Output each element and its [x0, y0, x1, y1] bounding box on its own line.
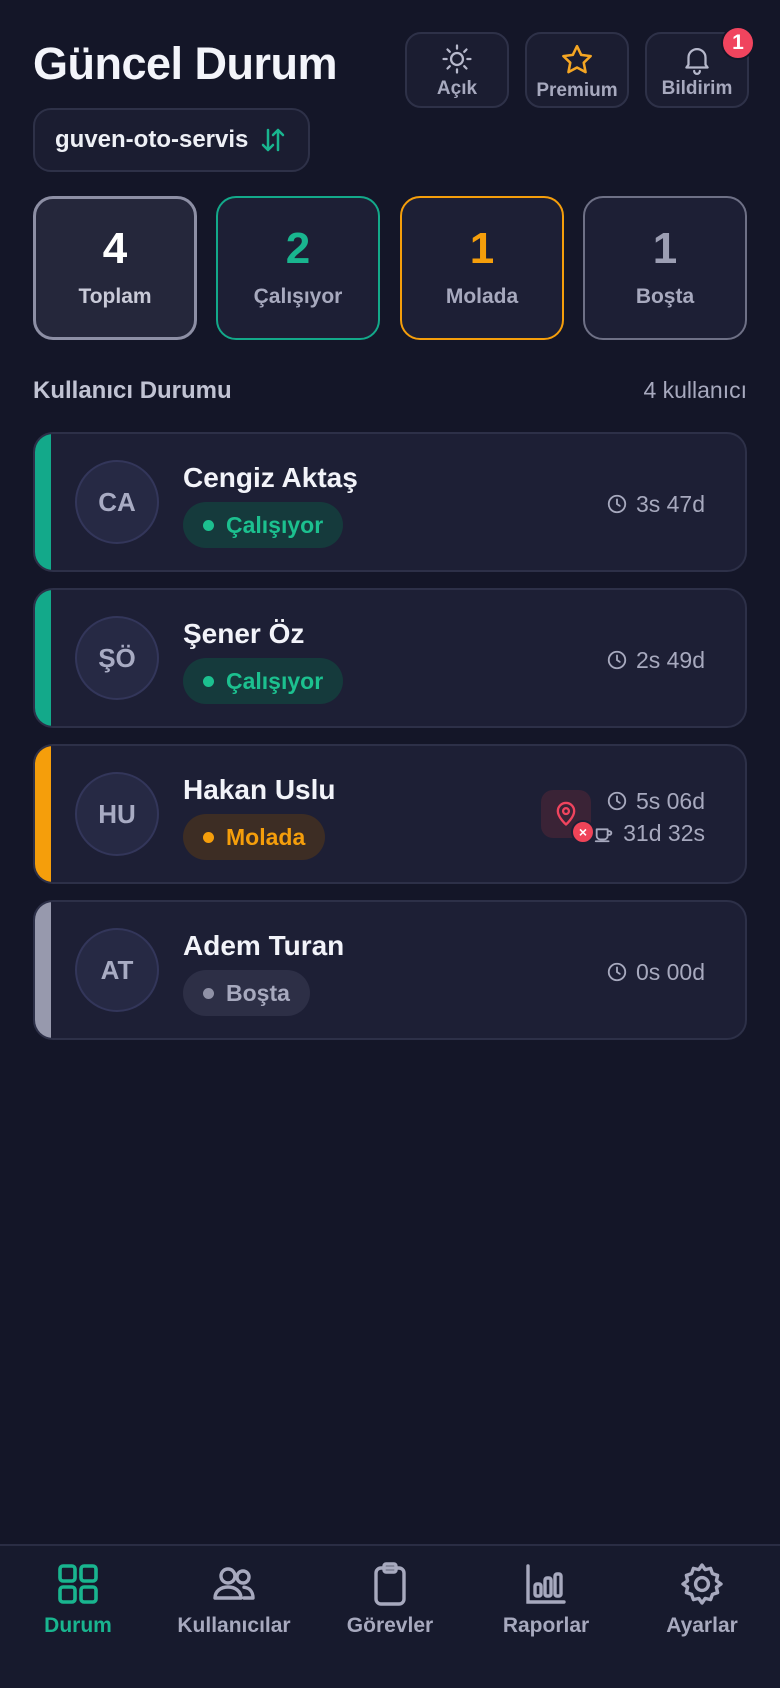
theme-button-label: Açık: [436, 78, 478, 99]
user-card[interactable]: ŞÖ Şener Öz Çalışıyor 2s 49d: [33, 588, 747, 728]
user-name: Hakan Uslu: [183, 774, 336, 805]
notification-badge: 1: [721, 26, 755, 60]
status-badge: Çalışıyor: [183, 658, 344, 704]
coffee-icon: [594, 828, 613, 843]
stat-break[interactable]: 1 Molada: [400, 196, 564, 340]
work-time-value: 3s 47d: [635, 490, 705, 517]
status-dot: [203, 519, 214, 531]
header: Güncel Durum Açık Premium Bildirim 1: [33, 26, 755, 110]
sun-icon: [442, 44, 472, 74]
avatar: ŞÖ: [75, 616, 159, 700]
status-accent-bar: [35, 590, 51, 726]
stat-working-value: 2: [285, 224, 311, 273]
stat-total-value: 4: [102, 224, 128, 273]
avatar: HU: [75, 772, 159, 856]
clock-icon: [607, 791, 627, 811]
status-dot: [203, 831, 214, 843]
clock-icon: [607, 494, 627, 514]
status-label: Çalışıyor: [226, 667, 324, 694]
user-card[interactable]: AT Adem Turan Boşta 0s 00d: [33, 900, 747, 1040]
organization-name: guven-oto-servis: [55, 126, 249, 153]
status-label: Boşta: [226, 979, 290, 1006]
status-dot: [203, 987, 214, 999]
notifications-button[interactable]: Bildirim 1: [645, 26, 755, 108]
break-time: 31d 32s: [593, 818, 705, 848]
tab-label: Görevler: [346, 1614, 434, 1637]
clock-icon: [607, 650, 627, 670]
stat-total-label: Toplam: [78, 285, 152, 308]
tab-label: Kullanıcılar: [177, 1614, 291, 1637]
premium-button[interactable]: Premium: [525, 32, 629, 108]
avatar: AT: [75, 928, 159, 1012]
organization-switcher[interactable]: guven-oto-servis: [33, 108, 311, 172]
stats-row: 4 Toplam 2 Çalışıyor 1 Molada 1 Boşta: [33, 196, 747, 340]
stat-break-value: 1: [469, 224, 495, 273]
work-time: 3s 47d: [606, 489, 705, 519]
user-name: Adem Turan: [183, 930, 345, 961]
stat-idle-label: Boşta: [635, 285, 695, 308]
work-time-value: 0s 00d: [635, 958, 705, 985]
stat-total[interactable]: 4 Toplam: [33, 196, 197, 340]
status-accent-bar: [35, 434, 51, 570]
premium-button-label: Premium: [536, 80, 618, 101]
notifications-button-label: Bildirim: [661, 78, 733, 99]
gear-icon: [681, 1563, 723, 1605]
user-count: 4 kullanıcı: [643, 377, 747, 403]
break-time-value: 31d 32s: [623, 819, 705, 846]
user-name: Şener Öz: [183, 618, 305, 649]
work-time: 2s 49d: [606, 645, 705, 675]
tab-durum[interactable]: Durum: [0, 1560, 156, 1670]
stat-working[interactable]: 2 Çalışıyor: [216, 196, 380, 340]
tab-label: Raporlar: [502, 1614, 590, 1637]
work-time-value: 5s 06d: [635, 787, 705, 814]
tab-ayarlar[interactable]: Ayarlar: [624, 1560, 780, 1670]
bottom-tab-bar: Durum Kullanıcılar Görevler Raporlar Aya…: [0, 1544, 780, 1688]
section-title: Kullanıcı Durumu: [33, 377, 232, 404]
swap-icon: [262, 128, 285, 152]
status-accent-bar: [35, 746, 51, 882]
tab-gorevler[interactable]: Görevler: [312, 1560, 468, 1670]
grid-icon: [58, 1564, 98, 1604]
tab-kullanicilar[interactable]: Kullanıcılar: [156, 1560, 312, 1670]
tab-raporlar[interactable]: Raporlar: [468, 1560, 624, 1670]
status-badge: Boşta: [183, 970, 310, 1016]
work-time: 0s 00d: [606, 957, 705, 987]
status-badge: Molada: [183, 814, 326, 860]
status-label: Molada: [226, 823, 306, 850]
star-icon: [562, 44, 592, 74]
work-time: 5s 06d: [606, 786, 705, 816]
status-accent-bar: [35, 902, 51, 1038]
location-alert[interactable]: ×: [541, 790, 595, 844]
work-time-value: 2s 49d: [635, 646, 705, 673]
bell-icon: [685, 48, 709, 75]
stat-idle[interactable]: 1 Boşta: [583, 196, 747, 340]
tab-label: Durum: [44, 1614, 112, 1637]
tab-label: Ayarlar: [666, 1614, 738, 1637]
stat-idle-value: 1: [652, 224, 678, 273]
user-card[interactable]: HU Hakan Uslu Molada × 5s 06d 31d 32s: [33, 744, 747, 884]
user-name: Cengiz Aktaş: [183, 462, 358, 493]
user-card[interactable]: CA Cengiz Aktaş Çalışıyor 3s 47d: [33, 432, 747, 572]
bar-chart-icon: [526, 1564, 566, 1604]
clock-icon: [607, 962, 627, 982]
status-label: Çalışıyor: [226, 511, 324, 538]
page-title: Güncel Durum: [33, 38, 338, 89]
status-badge: Çalışıyor: [183, 502, 344, 548]
status-dot: [203, 675, 214, 687]
avatar: CA: [75, 460, 159, 544]
theme-button[interactable]: Açık: [405, 32, 509, 108]
users-icon: [213, 1567, 255, 1600]
stat-break-label: Molada: [445, 285, 519, 308]
clipboard-icon: [374, 1562, 406, 1606]
location-off-icon: ×: [571, 820, 595, 844]
stat-working-label: Çalışıyor: [253, 285, 343, 308]
